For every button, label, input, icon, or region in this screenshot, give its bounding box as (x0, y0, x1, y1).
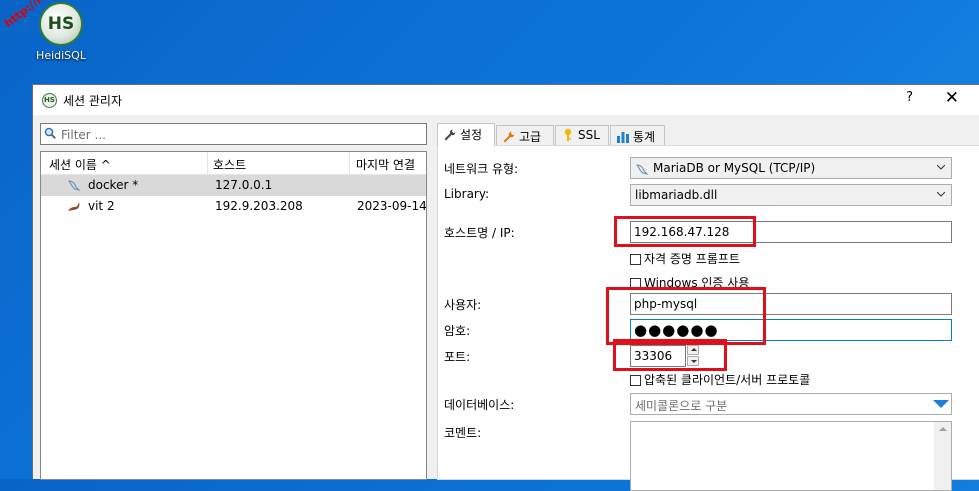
heidisql-desktop-shortcut[interactable]: HS HeidiSQL (34, 2, 88, 62)
prompt-credentials-checkbox[interactable]: 자격 증명 프롬프트 (630, 250, 740, 267)
prompt-credentials-label: 자격 증명 프롬프트 (644, 252, 740, 266)
settings-pane: 설정 고급 SSL 통계 네트워크 유형: MariaDB or MySQL (… (437, 123, 979, 491)
hostname-label: 호스트명 / IP: (444, 226, 515, 240)
close-button[interactable]: ✕ (945, 88, 959, 108)
compression-checkbox[interactable]: 압축된 클라이언트/서버 프로토콜 (630, 371, 810, 388)
filter-input[interactable] (59, 126, 423, 144)
network-type-value: MariaDB or MySQL (TCP/IP) (653, 161, 816, 175)
tab-statistics[interactable]: 통계 (610, 125, 665, 145)
column-session-name[interactable]: 세션 이름 ^ (49, 156, 111, 173)
desktop-icon-label: HeidiSQL (36, 49, 86, 62)
session-host: 192.9.203.208 (215, 199, 303, 213)
password-label: 암호: (444, 324, 471, 338)
session-row-vit2[interactable]: vit 2 192.9.203.208 2023-09-14 (41, 196, 426, 217)
bar-chart-icon (617, 132, 629, 143)
network-type-select[interactable]: MariaDB or MySQL (TCP/IP) (630, 157, 952, 179)
password-input[interactable]: ●●●●●● (630, 319, 952, 341)
session-last-connect: 2023-09-14 (357, 199, 427, 213)
compression-label: 압축된 클라이언트/서버 프로토콜 (644, 373, 811, 387)
chevron-down-icon (937, 192, 945, 197)
session-manager-window: HS 세션 관리자 ? ✕ 세션 이름 ^ 호스트 마지막 연결 (32, 84, 979, 491)
password-value: ●●●●●● (634, 321, 719, 339)
library-select[interactable]: libmariadb.dll (630, 184, 952, 206)
chevron-down-icon (937, 165, 945, 170)
library-value: libmariadb.dll (635, 188, 718, 202)
search-icon (44, 127, 56, 139)
comment-label: 코멘트: (444, 426, 482, 440)
checkbox-box[interactable] (630, 375, 641, 386)
filter-box[interactable] (40, 123, 427, 145)
heidisql-logo-icon: HS (39, 2, 83, 46)
tab-settings[interactable]: 설정 (437, 123, 495, 146)
wrench-icon (503, 131, 515, 143)
title-bar: HS 세션 관리자 ? ✕ (33, 85, 979, 115)
dropdown-arrow-icon[interactable] (933, 400, 949, 408)
session-list[interactable]: 세션 이름 ^ 호스트 마지막 연결 docker * 127.0.0.1 vi… (40, 151, 427, 480)
checkbox-box[interactable] (630, 254, 641, 265)
tab-statistics-label: 통계 (633, 130, 656, 144)
app-icon: HS (42, 93, 57, 108)
session-pane: 세션 이름 ^ 호스트 마지막 연결 docker * 127.0.0.1 vi… (40, 123, 427, 480)
database-select[interactable]: 세미콜론으로 구분 (630, 393, 952, 415)
settings-panel: 네트워크 유형: MariaDB or MySQL (TCP/IP) Libra… (437, 145, 979, 491)
port-up-button[interactable] (687, 345, 699, 355)
port-value: 33306 (634, 349, 673, 363)
port-down-button[interactable] (687, 356, 699, 366)
scroll-up-icon (939, 427, 947, 431)
user-input[interactable]: php-mysql (630, 293, 952, 315)
windows-auth-checkbox[interactable]: Windows 인증 사용 (630, 274, 749, 291)
key-icon (564, 128, 572, 141)
mariadb-seal-icon (68, 202, 80, 211)
port-input[interactable]: 33306 (630, 345, 699, 367)
comment-scrollbar[interactable] (934, 422, 951, 490)
session-list-header: 세션 이름 ^ 호스트 마지막 연결 (41, 152, 426, 175)
mysql-dolphin-icon (635, 164, 649, 176)
arrow-down-icon (691, 360, 697, 363)
wrench-icon (444, 129, 456, 141)
session-name: docker * (88, 178, 139, 192)
mysql-dolphin-icon (67, 180, 81, 192)
database-label: 데이터베이스: (444, 398, 515, 412)
comment-textarea[interactable] (630, 421, 952, 491)
checkbox-box[interactable] (630, 278, 641, 289)
session-host: 127.0.0.1 (215, 178, 273, 192)
library-label: Library: (444, 187, 490, 201)
user-label: 사용자: (444, 298, 482, 312)
tab-ssl[interactable]: SSL (555, 125, 609, 145)
tab-ssl-label: SSL (578, 128, 600, 142)
help-button[interactable]: ? (906, 90, 913, 105)
session-name: vit 2 (88, 199, 115, 213)
user-value: php-mysql (634, 297, 698, 311)
window-title: 세션 관리자 (63, 94, 123, 108)
port-label: 포트: (444, 350, 471, 364)
column-host[interactable]: 호스트 (213, 156, 246, 173)
column-last-connect[interactable]: 마지막 연결 (356, 156, 415, 173)
database-placeholder: 세미콜론으로 구분 (635, 399, 728, 413)
arrow-up-icon (691, 348, 697, 351)
port-spinner (687, 345, 699, 367)
hostname-value: 192.168.47.128 (634, 225, 730, 239)
tab-advanced-label: 고급 (519, 130, 542, 144)
windows-auth-label: Windows 인증 사용 (644, 276, 750, 290)
tab-settings-label: 설정 (460, 128, 483, 142)
hostname-input[interactable]: 192.168.47.128 (630, 221, 952, 243)
tab-advanced[interactable]: 고급 (496, 125, 554, 145)
network-type-label: 네트워크 유형: (444, 162, 519, 176)
session-row-docker[interactable]: docker * 127.0.0.1 (41, 175, 426, 196)
